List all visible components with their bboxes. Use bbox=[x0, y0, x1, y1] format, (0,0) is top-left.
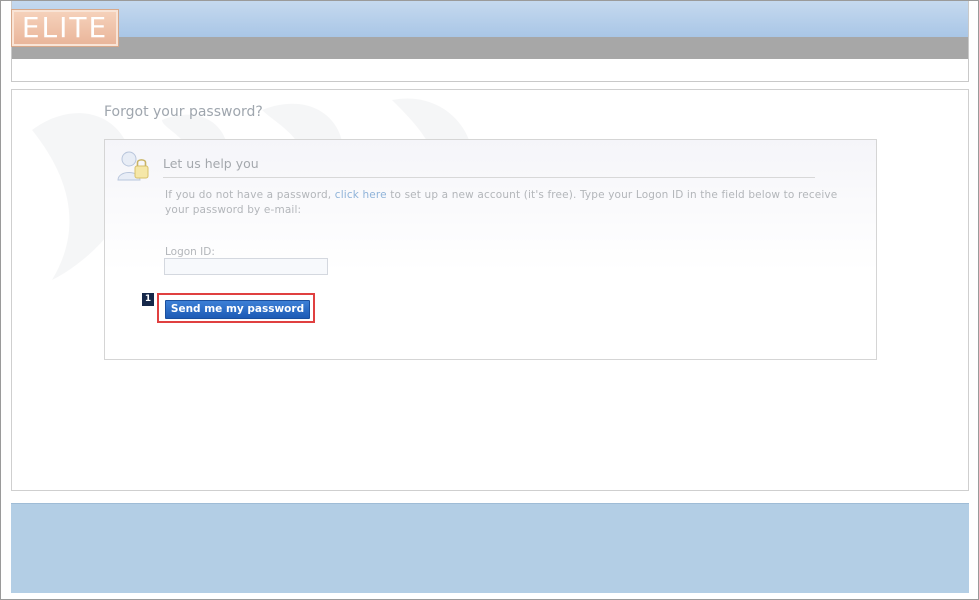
user-lock-icon bbox=[117, 151, 149, 181]
browser-frame: ELITE Forgot your password? Let us help … bbox=[0, 0, 979, 600]
help-text: If you do not have a password, click her… bbox=[165, 188, 865, 218]
panel-heading: Let us help you bbox=[163, 156, 815, 178]
logon-id-label: Logon ID: bbox=[165, 246, 215, 258]
site-header bbox=[11, 1, 969, 82]
elite-logo[interactable]: ELITE bbox=[11, 9, 119, 47]
help-text-before: If you do not have a password, bbox=[165, 189, 335, 201]
annotation-badge: 1 bbox=[142, 293, 154, 306]
help-panel: Let us help you If you do not have a pas… bbox=[104, 139, 877, 360]
site-footer bbox=[11, 503, 969, 593]
header-band bbox=[12, 1, 968, 37]
header-nav-bar bbox=[12, 37, 968, 59]
logon-id-input[interactable] bbox=[164, 258, 328, 275]
main-content: Forgot your password? Let us help you If… bbox=[11, 89, 969, 491]
page-title: Forgot your password? bbox=[104, 104, 263, 120]
click-here-link[interactable]: click here bbox=[335, 189, 387, 201]
send-password-button[interactable]: Send me my password bbox=[165, 300, 310, 319]
